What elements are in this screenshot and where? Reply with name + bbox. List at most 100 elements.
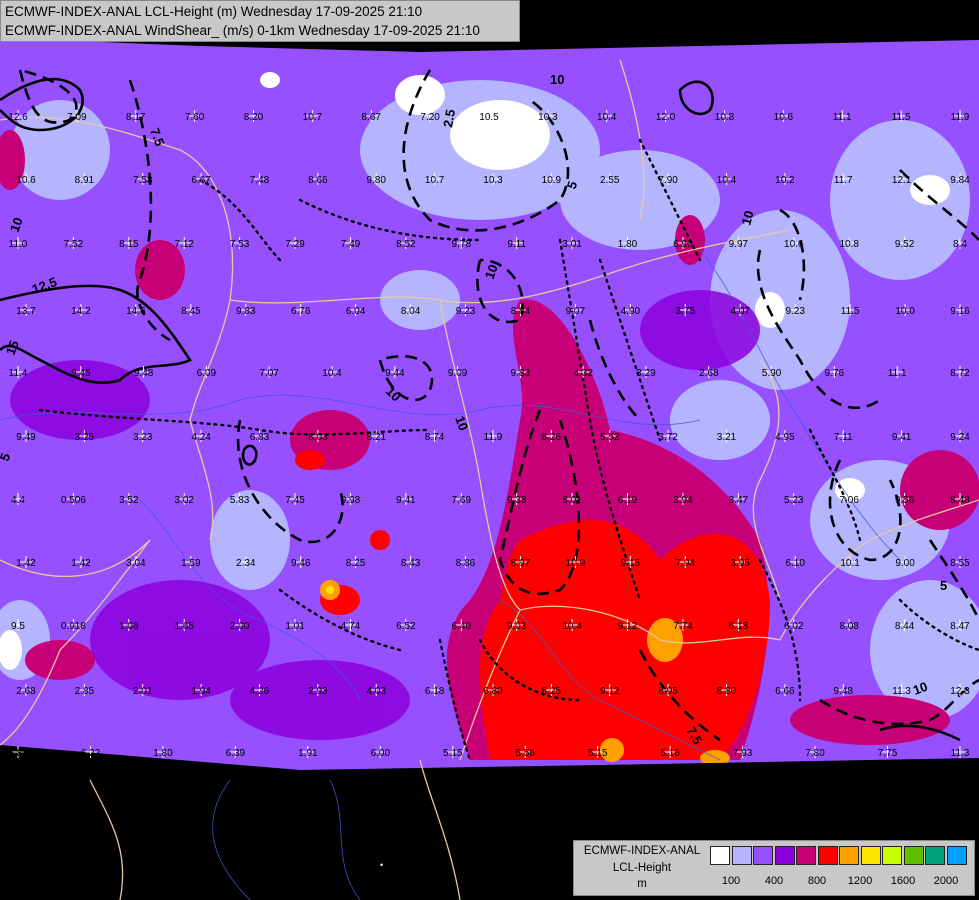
station-value: 9.83 — [511, 368, 531, 379]
station-value: 9.48 — [834, 686, 854, 697]
station-value: 3.01 — [562, 239, 582, 250]
station-value: 7.48 — [250, 175, 270, 186]
legend-swatch — [817, 846, 838, 865]
station-value: 11.9 — [484, 432, 503, 443]
station-value: 8.08 — [839, 621, 859, 632]
legend-units: m — [637, 878, 647, 890]
station-value: 9.38 — [507, 495, 527, 506]
station-value: 9.09 — [448, 368, 468, 379]
station-value: 9.41 — [892, 432, 912, 443]
station-value: 4.07 — [731, 306, 751, 317]
station-value: 3.94 — [673, 495, 693, 506]
legend-title-source: ECMWF-INDEX-ANAL — [583, 845, 701, 857]
legend-swatch — [796, 846, 816, 865]
legend-swatch — [903, 846, 924, 865]
station-value: 3.52 — [119, 495, 139, 506]
station-value: 4.4 — [11, 495, 25, 506]
station-value: 8.47 — [950, 621, 970, 632]
domain-edge-text: • — [380, 860, 383, 870]
station-value: 6.10 — [785, 558, 805, 569]
station-value: 11.3 — [892, 686, 911, 697]
station-value: 5.83 — [230, 495, 250, 506]
station-value: 9.41 — [396, 495, 416, 506]
station-value: 8.55 — [950, 558, 970, 569]
station-value: 4.90 — [621, 306, 641, 317]
station-value: 9.52 — [895, 239, 915, 250]
station-value: 14.6 — [126, 306, 146, 317]
station-value: 1.59 — [181, 558, 201, 569]
station-value: 11.1 — [888, 368, 907, 379]
station-value: 12.0 — [656, 112, 676, 123]
station-value: 6.67 — [191, 175, 211, 186]
station-value: 7.20 — [420, 112, 440, 123]
station-value: 1.42 — [71, 558, 91, 569]
station-value: 9.23 — [785, 306, 805, 317]
station-value: 8.52 — [396, 239, 416, 250]
station-value: 8.74 — [425, 432, 445, 443]
station-value: 9.07 — [566, 306, 586, 317]
station-value: 7.06 — [839, 495, 859, 506]
station-value: 6.00 — [371, 748, 391, 759]
station-value: 7.53 — [230, 239, 250, 250]
station-value: 13.7 — [16, 306, 36, 317]
station-value: 9.80 — [367, 175, 387, 186]
station-value: 4.95 — [775, 432, 795, 443]
station-value: 1.91 — [298, 748, 318, 759]
station-value: 8.01 — [562, 495, 582, 506]
station-value: 2.68 — [16, 686, 36, 697]
station-value: 9.03 — [507, 621, 527, 632]
legend-swatch — [946, 846, 967, 865]
station-value: 11.5 — [841, 306, 860, 317]
station-value: 11.4 — [9, 368, 28, 379]
color-legend: ECMWF-INDEX-ANAL LCL-Height m 100 400 800 1… — [573, 840, 975, 896]
station-value: 6.09 — [197, 368, 217, 379]
station-value: 11.5 — [892, 112, 911, 123]
station-value: 8.45 — [181, 306, 201, 317]
station-value: 6.19 — [618, 495, 638, 506]
station-value: 1.65 — [175, 621, 195, 632]
station-value: 3.95 — [731, 558, 751, 569]
station-value: 7.09 — [67, 112, 87, 123]
station-value: 5.52 — [600, 432, 620, 443]
map-title-box: ECMWF-INDEX-ANAL LCL-Height (m) Wednesda… — [0, 0, 520, 42]
station-value: 0.918 — [61, 621, 86, 632]
station-value: 10.7 — [303, 112, 323, 123]
station-value: 8.80 — [717, 686, 737, 697]
station-value: 6.04 — [346, 306, 366, 317]
map-title-line-1: ECMWF-INDEX-ANAL LCL-Height (m) Wednesda… — [5, 4, 423, 19]
station-value: 10.4 — [717, 175, 737, 186]
contour-label: 2.5 — [440, 108, 458, 128]
station-value: 7.74 — [673, 621, 693, 632]
station-value: 12.6 — [8, 112, 28, 123]
station-value: 11.7 — [834, 175, 853, 186]
station-value: 9.12 — [618, 621, 638, 632]
station-value: 9.16 — [950, 306, 970, 317]
legend-tick-label: 2000 — [933, 875, 959, 887]
station-value: 6.52 — [396, 621, 416, 632]
station-value: 8.95 — [658, 686, 678, 697]
station-value: 9.48 — [134, 368, 154, 379]
station-value: 2.93 — [308, 686, 328, 697]
station-value: 7.80 — [805, 748, 825, 759]
station-value: 8.97 — [511, 558, 531, 569]
station-value: 1.94 — [191, 686, 211, 697]
station-value: 6.02 — [784, 621, 804, 632]
station-value: 8.66 — [308, 175, 328, 186]
station-value: 9.49 — [16, 432, 36, 443]
station-value: 5.15 — [588, 748, 608, 759]
station-value: 2.68 — [699, 368, 719, 379]
station-value: 10.9 — [566, 558, 586, 569]
legend-swatch — [882, 846, 902, 865]
legend-title-field: LCL-Height — [612, 862, 672, 874]
station-value: 2.55 — [600, 175, 620, 186]
station-value: 9.83 — [236, 306, 256, 317]
station-value: 7.75 — [878, 748, 898, 759]
legend-tick-label: 800 — [807, 875, 827, 887]
station-value: 9.84 — [950, 175, 970, 186]
station-value: 12.1 — [892, 175, 912, 186]
station-value: 6.22 — [81, 748, 101, 759]
station-value: 8.72 — [950, 368, 970, 379]
station-value: 8.84 — [511, 306, 531, 317]
station-value: 7.07 — [259, 368, 279, 379]
station-value: 9.00 — [895, 558, 915, 569]
